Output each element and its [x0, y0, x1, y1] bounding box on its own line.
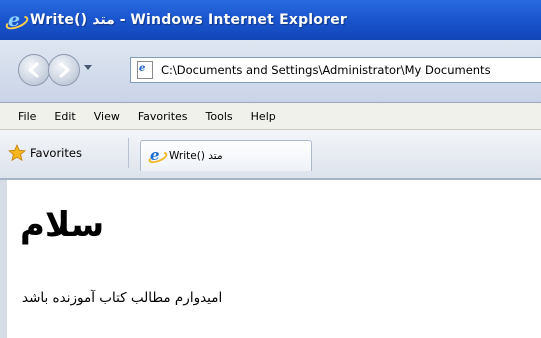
tab-label: Write() متد [169, 150, 223, 162]
menu-favorites[interactable]: Favorites [138, 110, 188, 123]
favorites-label: Favorites [30, 146, 82, 160]
forward-arrow-icon [59, 62, 70, 78]
forward-button[interactable] [48, 54, 80, 86]
page-icon: e [137, 61, 153, 79]
window-title: Write() متد - Windows Internet Explorer [30, 12, 348, 28]
tab-write-method[interactable]: e Write() متد [140, 140, 312, 171]
favorites-star-icon [8, 144, 26, 162]
favorites-tab-bar: Favorites e Write() متد [0, 130, 541, 180]
page-heading: سلام [20, 205, 105, 245]
menu-edit[interactable]: Edit [54, 110, 75, 123]
page-content: سلام امیدوارم مطالب کتاب آموزنده باشد [0, 180, 541, 338]
internet-explorer-icon: e [3, 9, 31, 33]
browser-window: e Write() متد - Windows Internet Explore… [0, 0, 541, 338]
internet-explorer-icon: e [147, 146, 169, 166]
favorites-button[interactable]: Favorites [8, 140, 82, 166]
menu-file[interactable]: File [18, 110, 36, 123]
address-input[interactable]: e C:\Documents and Settings\Administrato… [130, 57, 541, 83]
menu-view[interactable]: View [94, 110, 120, 123]
menu-help[interactable]: Help [251, 110, 276, 123]
title-bar: e Write() متد - Windows Internet Explore… [0, 0, 541, 40]
history-dropdown-button[interactable] [84, 65, 92, 70]
back-arrow-icon [28, 62, 39, 78]
back-button[interactable] [18, 54, 50, 86]
window-left-edge [0, 180, 7, 338]
address-toolbar: e C:\Documents and Settings\Administrato… [0, 40, 541, 103]
menu-tools[interactable]: Tools [206, 110, 233, 123]
page-body-text: امیدوارم مطالب کتاب آموزنده باشد [22, 290, 223, 306]
menu-bar: File Edit View Favorites Tools Help [0, 103, 541, 130]
toolbar-divider [128, 138, 129, 168]
address-text: C:\Documents and Settings\Administrator\… [161, 63, 491, 77]
